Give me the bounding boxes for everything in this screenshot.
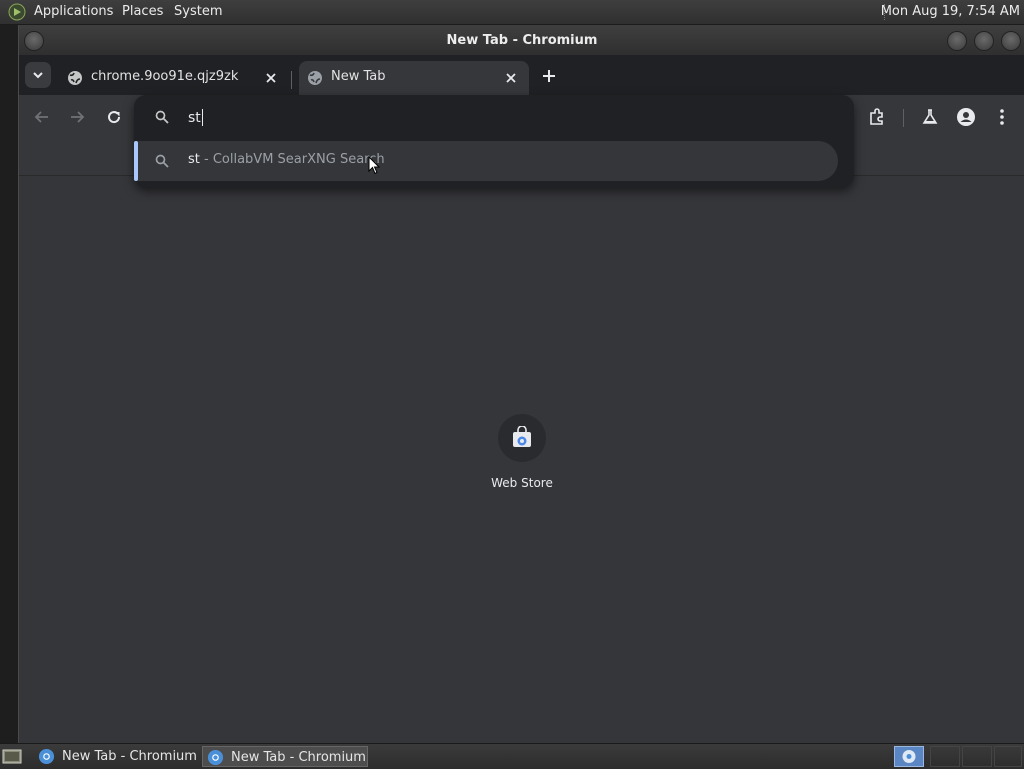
close-window-button[interactable] <box>1001 31 1021 51</box>
workspace-3[interactable] <box>962 746 992 767</box>
back-arrow-icon[interactable] <box>32 107 52 127</box>
forward-arrow-icon[interactable] <box>67 107 87 127</box>
new-tab-plus-icon[interactable] <box>539 66 559 86</box>
omnibox-suggestion[interactable]: st - CollabVM SearXNG Search <box>134 141 838 181</box>
taskbar-task-chromium-active[interactable]: New Tab - Chromium <box>202 746 368 767</box>
close-icon[interactable] <box>503 70 519 86</box>
task-label: New Tab - Chromium <box>231 750 366 765</box>
mouse-pointer-icon <box>368 156 380 175</box>
window-titlebar[interactable]: New Tab - Chromium <box>19 25 1024 55</box>
globe-icon <box>68 71 82 85</box>
close-icon[interactable] <box>263 70 279 86</box>
omnibox-popup: st - CollabVM SearXNG Search <box>134 95 854 187</box>
chromium-icon <box>207 749 224 766</box>
web-store-icon <box>513 426 531 447</box>
places-menu[interactable]: Places <box>122 4 163 19</box>
search-icon <box>155 110 169 124</box>
new-tab-page: Web Store <box>19 176 1024 743</box>
task-label: New Tab - Chromium <box>62 749 197 764</box>
maximize-button[interactable] <box>974 31 994 51</box>
tab-divider <box>291 71 292 89</box>
tab-chrome-site[interactable]: chrome.9oo91e.qjz9zk <box>59 61 289 95</box>
shortcut-tile <box>498 414 546 462</box>
address-bar-input[interactable] <box>188 107 788 129</box>
reload-icon[interactable] <box>104 107 124 127</box>
selection-indicator <box>134 141 138 181</box>
search-icon <box>155 154 169 168</box>
shortcut-label: Web Store <box>491 476 553 490</box>
tab-search-button[interactable] <box>25 62 51 88</box>
chevron-down-icon <box>33 72 43 79</box>
tab-label: New Tab <box>331 69 386 84</box>
workspace-2[interactable] <box>930 746 960 767</box>
globe-icon <box>308 71 322 85</box>
workspace-4[interactable] <box>994 746 1022 767</box>
extensions-puzzle-icon[interactable] <box>867 107 887 127</box>
tab-label: chrome.9oo91e.qjz9zk <box>91 69 239 84</box>
minimize-button[interactable] <box>947 31 967 51</box>
toolbar-divider <box>903 109 904 127</box>
labs-flask-icon[interactable] <box>920 107 940 127</box>
more-menu-icon[interactable] <box>992 107 1012 127</box>
window-title: New Tab - Chromium <box>446 33 598 48</box>
chromium-icon <box>902 750 916 763</box>
tab-new-tab[interactable]: New Tab <box>299 61 529 95</box>
chromium-icon <box>38 748 55 765</box>
system-menu[interactable]: System <box>174 4 222 19</box>
profile-avatar-icon[interactable] <box>956 107 976 127</box>
tab-strip: chrome.9oo91e.qjz9zk New Tab <box>19 55 1024 95</box>
suggestion-match: st <box>188 152 200 167</box>
top-panel: Applications Places System Mon Aug 19, 7… <box>0 0 1024 25</box>
clock[interactable]: Mon Aug 19, 7:54 AM <box>881 4 1020 19</box>
applications-menu[interactable]: Applications <box>34 4 113 19</box>
taskbar-task-chromium[interactable]: New Tab - Chromium <box>34 746 200 767</box>
workspace-1[interactable] <box>894 746 924 767</box>
gnome-foot-logo-icon[interactable] <box>8 3 26 21</box>
suggestion-description: - CollabVM SearXNG Search <box>199 152 385 167</box>
suggestion-text: st - CollabVM SearXNG Search <box>188 152 385 167</box>
text-caret <box>202 109 203 126</box>
show-desktop-icon[interactable] <box>2 747 22 765</box>
shortcut-web-store[interactable]: Web Store <box>472 414 572 490</box>
bottom-taskbar: New Tab - Chromium New Tab - Chromium <box>0 743 1024 769</box>
desktop-edge <box>0 25 18 743</box>
